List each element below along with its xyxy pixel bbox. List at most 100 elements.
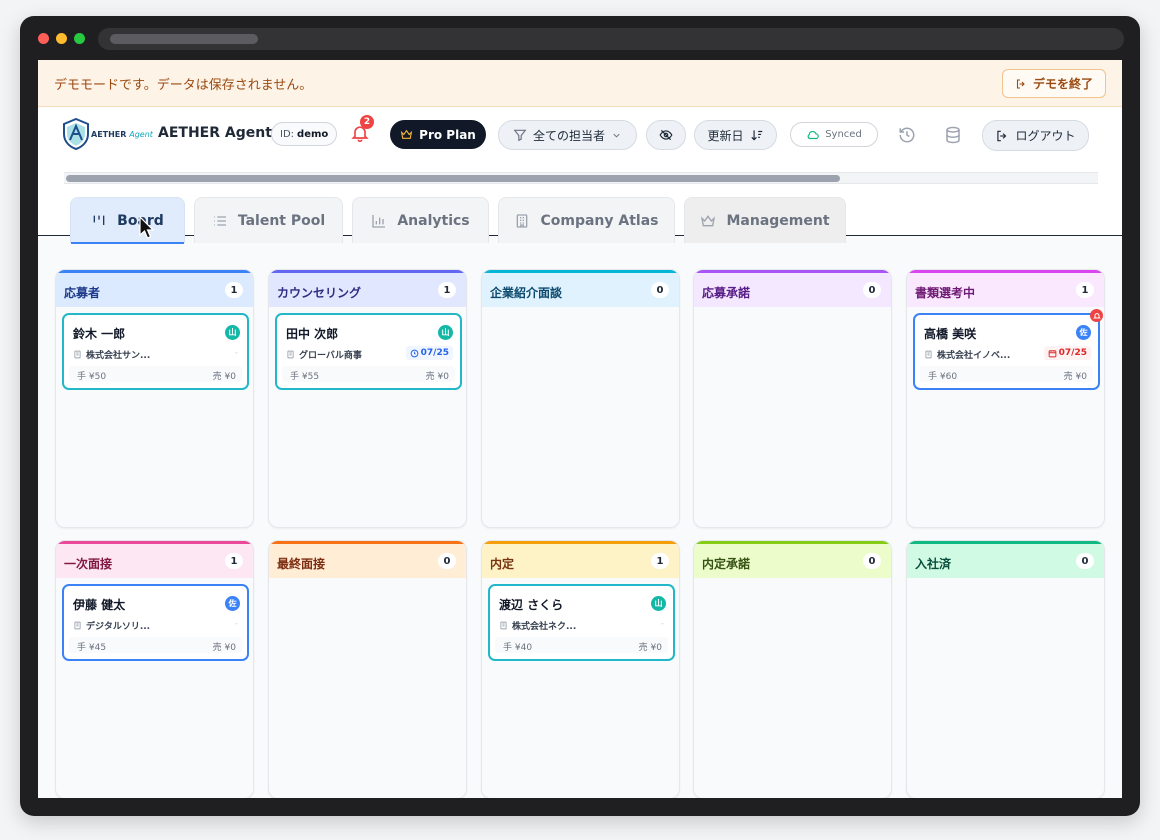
column-header: 応募者 1 bbox=[56, 270, 253, 307]
candidate-company: 株式会社イノベ... bbox=[924, 348, 1010, 361]
card-fee-row: 手 ¥60 売 ¥0 bbox=[920, 366, 1093, 382]
candidate-name: 田中 次郎 bbox=[286, 327, 339, 341]
assignee-filter-dropdown[interactable]: 全ての担当者 bbox=[498, 120, 637, 150]
tab-analytics[interactable]: Analytics bbox=[352, 197, 489, 243]
building-icon bbox=[74, 350, 81, 359]
building-icon bbox=[74, 621, 81, 630]
address-bar-placeholder bbox=[110, 34, 258, 44]
card-fee: 手 ¥45 bbox=[77, 643, 107, 653]
exit-demo-label: デモを終了 bbox=[1032, 77, 1093, 91]
tab-company-atlas[interactable]: Company Atlas bbox=[498, 197, 675, 243]
exit-demo-button[interactable]: デモを終了 bbox=[1001, 69, 1106, 98]
logout-label: ログアウト bbox=[1015, 129, 1076, 143]
column-count-badge: 1 bbox=[1076, 282, 1094, 298]
kanban-board: 応募者 1 鈴木 一郎山株式会社サン... - 手 ¥50 売 ¥0 カウンセリング 1 田中 … bbox=[38, 253, 1122, 798]
card-fee-row: 手 ¥50 売 ¥0 bbox=[69, 366, 242, 382]
mouse-cursor-icon bbox=[139, 216, 155, 239]
column-header: 入社済 0 bbox=[907, 541, 1104, 578]
sync-status-label: Synced bbox=[825, 129, 862, 140]
building-icon bbox=[500, 621, 507, 630]
sort-button[interactable]: 更新日 bbox=[694, 120, 777, 150]
toggle-visibility-button[interactable] bbox=[646, 120, 686, 150]
sort-descending-icon bbox=[750, 130, 762, 141]
kanban-column: 応募者 1 鈴木 一郎 山株式会社サン... - 手 ¥50 売 ¥0 bbox=[55, 269, 254, 528]
column-title: 応募者 bbox=[64, 286, 101, 300]
card-fee: 手 ¥55 bbox=[290, 372, 320, 382]
tab-talent-pool[interactable]: Talent Pool bbox=[194, 197, 343, 243]
logout-button[interactable]: ログアウト bbox=[982, 120, 1089, 151]
exit-icon bbox=[1016, 78, 1025, 89]
column-title: 入社済 bbox=[915, 557, 952, 571]
top-toolbar: AETHER Agent AETHER Agent ID: demo 2 Pro … bbox=[38, 107, 1122, 244]
cloud-sync-icon bbox=[807, 130, 820, 139]
database-button[interactable] bbox=[942, 124, 964, 146]
column-title: 内定 bbox=[490, 557, 515, 571]
kanban-column: 企業紹介面談 0 bbox=[481, 269, 680, 528]
page-viewport: デモモードです。データは保存されません。 デモを終了 AETHER Agent … bbox=[38, 60, 1122, 798]
candidate-name: 伊藤 健太 bbox=[73, 598, 126, 612]
candidate-company: 株式会社ネク... bbox=[499, 619, 576, 632]
user-id-chip: ID: demo bbox=[271, 122, 338, 146]
maximize-window-button[interactable] bbox=[74, 33, 85, 44]
alert-bell-icon bbox=[1092, 312, 1101, 318]
scrollbar-thumb[interactable] bbox=[66, 175, 840, 182]
column-header: 企業紹介面談 0 bbox=[482, 270, 679, 307]
bar-chart-icon bbox=[372, 214, 386, 228]
column-title: 一次面接 bbox=[64, 557, 113, 571]
tab-analytics-label: Analytics bbox=[397, 212, 470, 229]
crown-icon bbox=[701, 214, 716, 226]
kanban-column: 入社済 0 bbox=[906, 540, 1105, 798]
history-button[interactable] bbox=[896, 124, 918, 146]
tab-management[interactable]: Management bbox=[684, 197, 846, 243]
candidate-company: デジタルソリ... bbox=[73, 619, 150, 632]
app-title: AETHER Agent bbox=[158, 125, 272, 141]
candidate-company: 株式会社サン... bbox=[73, 348, 150, 361]
card-sales: 売 ¥0 bbox=[212, 643, 236, 653]
card-sales: 売 ¥0 bbox=[638, 643, 662, 653]
card-due-date-empty: - bbox=[660, 619, 664, 629]
card-sales: 売 ¥0 bbox=[1063, 372, 1087, 382]
assignee-avatar: 山 bbox=[651, 596, 666, 611]
horizontal-scrollbar[interactable] bbox=[64, 172, 1098, 184]
candidate-name: 高橋 美咲 bbox=[924, 327, 977, 341]
minimize-window-button[interactable] bbox=[56, 33, 67, 44]
column-count-badge: 0 bbox=[863, 553, 881, 569]
candidate-name: 渡辺 さくら bbox=[499, 598, 564, 612]
kanban-column: カウンセリング 1 田中 次郎 山グローバル商事 07/25 手 ¥55 売 ¥0 bbox=[268, 269, 467, 528]
kanban-column: 一次面接 1 伊藤 健太 佐デジタルソリ... - 手 ¥45 売 ¥0 bbox=[55, 540, 254, 798]
candidate-card[interactable]: 鈴木 一郎 山株式会社サン... - 手 ¥50 売 ¥0 bbox=[62, 313, 249, 390]
candidate-card[interactable]: 田中 次郎 山グローバル商事 07/25 手 ¥55 売 ¥0 bbox=[275, 313, 462, 390]
column-title: カウンセリング bbox=[277, 286, 362, 300]
crown-icon bbox=[400, 129, 413, 139]
tab-management-label: Management bbox=[726, 212, 830, 229]
kanban-column: 内定承諾 0 bbox=[693, 540, 892, 798]
column-header: 書類選考中 1 bbox=[907, 270, 1104, 307]
card-due-date: 07/25 bbox=[405, 346, 453, 360]
column-count-badge: 0 bbox=[1076, 553, 1094, 569]
column-count-badge: 1 bbox=[225, 282, 243, 298]
card-due-date-empty: - bbox=[234, 619, 238, 629]
candidate-name: 鈴木 一郎 bbox=[73, 327, 126, 341]
kanban-column: 書類選考中 1 高橋 美咲 佐株式会社イノベ... 07/25 手 ¥60 売 ¥0 bbox=[906, 269, 1105, 528]
pro-plan-button[interactable]: Pro Plan bbox=[390, 120, 486, 149]
kanban-column: 最終面接 0 bbox=[268, 540, 467, 798]
candidate-card[interactable]: 渡辺 さくら 山株式会社ネク... - 手 ¥40 売 ¥0 bbox=[488, 584, 675, 661]
close-window-button[interactable] bbox=[38, 33, 49, 44]
column-header: 内定承諾 0 bbox=[694, 541, 891, 578]
logout-icon bbox=[997, 130, 1007, 141]
column-title: 最終面接 bbox=[277, 557, 326, 571]
candidate-card[interactable]: 伊藤 健太 佐デジタルソリ... - 手 ¥45 売 ¥0 bbox=[62, 584, 249, 661]
card-fee: 手 ¥60 bbox=[928, 372, 958, 382]
column-header: 内定 1 bbox=[482, 541, 679, 578]
tab-board[interactable]: Board bbox=[70, 197, 185, 244]
candidate-card[interactable]: 高橋 美咲 佐株式会社イノベ... 07/25 手 ¥60 売 ¥0 bbox=[913, 309, 1103, 390]
column-title: 内定承諾 bbox=[702, 557, 751, 571]
kanban-column: 応募承諾 0 bbox=[693, 269, 892, 528]
assignee-avatar: 山 bbox=[438, 325, 453, 340]
logo-wordmark: AETHER Agent bbox=[91, 130, 153, 139]
column-count-badge: 1 bbox=[438, 282, 456, 298]
column-count-badge: 0 bbox=[863, 282, 881, 298]
column-title: 企業紹介面談 bbox=[490, 286, 563, 300]
address-bar[interactable] bbox=[98, 28, 1124, 50]
card-due-date-empty: - bbox=[234, 348, 238, 358]
